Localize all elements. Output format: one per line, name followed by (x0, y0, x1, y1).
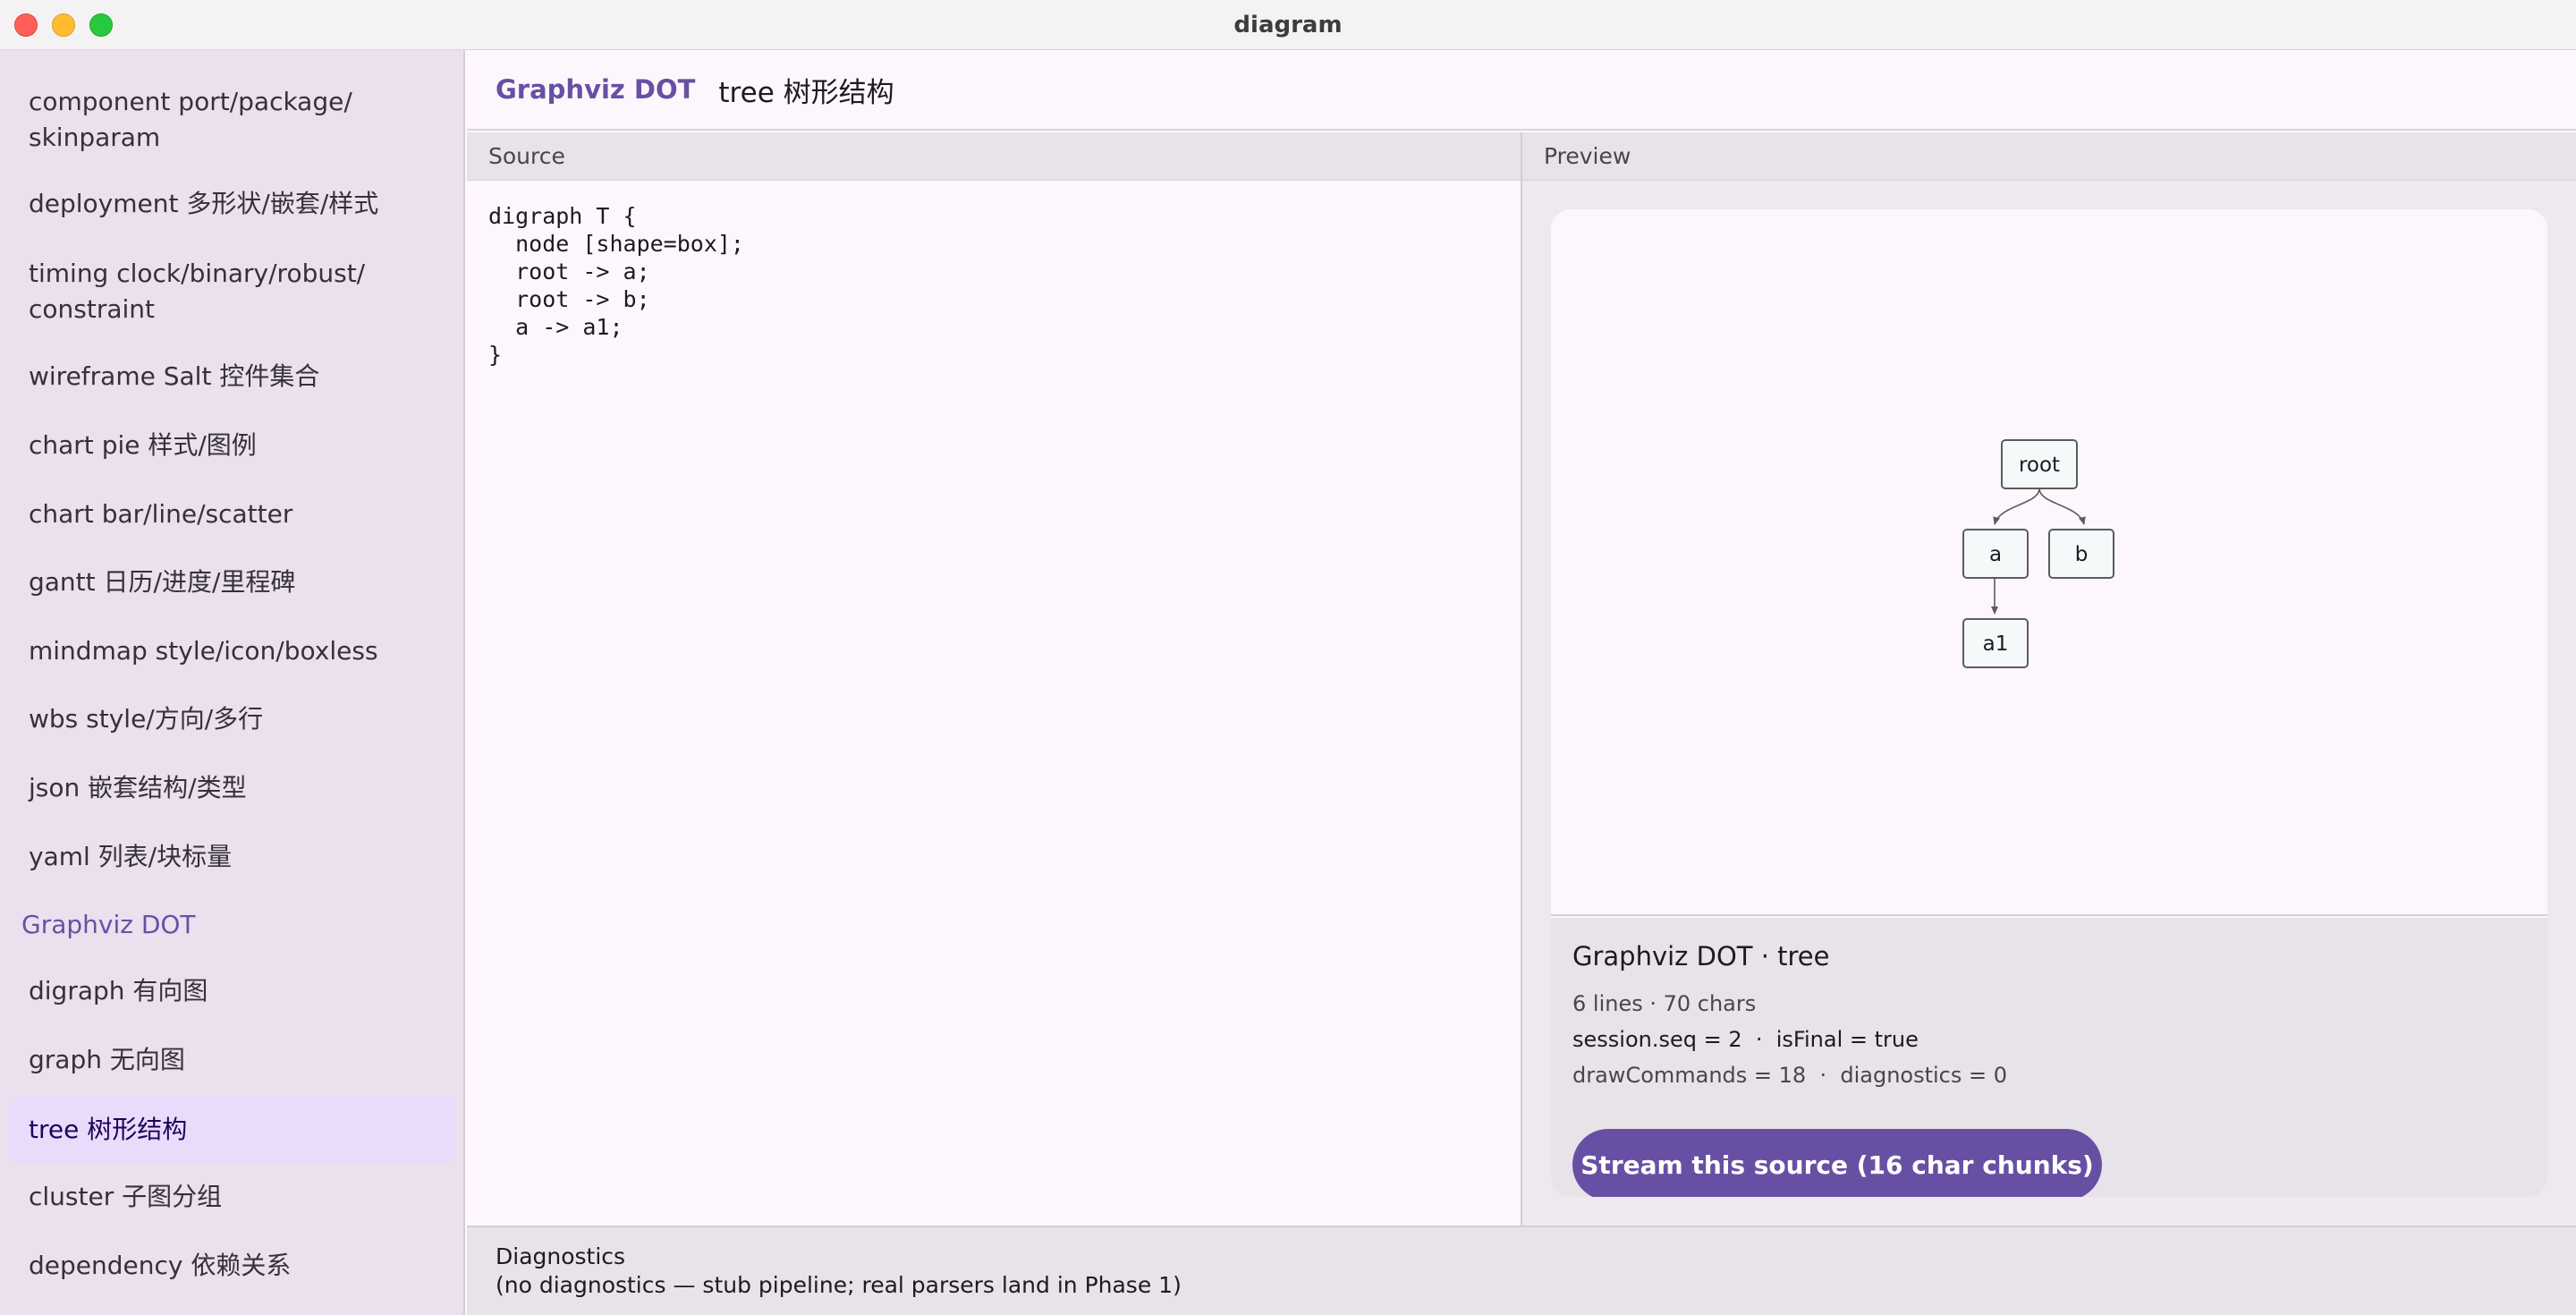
title-bar: diagram (0, 0, 2576, 50)
diagnostics-panel: Diagnostics (no diagnostics — stub pipel… (467, 1226, 2576, 1315)
sidebar-item-yaml[interactable]: yaml 列表/块标量 (9, 839, 456, 875)
node-root-label: root (2019, 454, 2060, 477)
source-editor[interactable]: digraph T { node [shape=box]; root -> a;… (467, 181, 1521, 1226)
sidebar-item-tree[interactable]: tree 树形结构 (9, 1097, 456, 1163)
preview-info-panel: Graphviz DOT · tree 6 lines · 70 chars s… (1551, 918, 2547, 1197)
sidebar-item-digraph[interactable]: digraph 有向图 (9, 973, 456, 1009)
sidebar-item-component[interactable]: component port/package/ skinparam (9, 84, 456, 156)
source-heading: Source (488, 143, 565, 169)
preview-pane: root a b a1 Graphviz DOT · tree 6 lines … (1522, 181, 2576, 1226)
maximize-window-button[interactable] (89, 13, 113, 37)
sidebar-item-timing[interactable]: timing clock/binary/robust/ constraint (9, 256, 456, 327)
preview-heading: Preview (1544, 143, 1631, 169)
node-a1[interactable]: a1 (1962, 618, 2029, 668)
preview-info-title: Graphviz DOT · tree (1572, 941, 1830, 971)
preview-info-stats: 6 lines · 70 chars (1572, 991, 1757, 1016)
sidebar-section-graphviz: Graphviz DOT (21, 910, 196, 939)
preview-card: root a b a1 Graphviz DOT · tree 6 lines … (1551, 209, 2547, 1197)
window-title: diagram (1233, 11, 1343, 38)
diagnostics-title: Diagnostics (496, 1243, 626, 1269)
edge-root-b (2038, 488, 2086, 525)
diagram-canvas[interactable]: root a b a1 (1551, 209, 2547, 916)
sidebar-item-graph[interactable]: graph 无向图 (9, 1042, 456, 1078)
stream-source-button[interactable]: Stream this source (16 char chunks) (1572, 1129, 2102, 1197)
sidebar-item-wireframe[interactable]: wireframe Salt 控件集合 (9, 359, 456, 394)
sidebar-item-chart-bar[interactable]: chart bar/line/scatter (9, 496, 456, 532)
window-controls (14, 13, 113, 37)
page-title: tree 树形结构 (718, 76, 894, 109)
header-group-label: Graphviz DOT (496, 74, 696, 105)
sidebar-item-deployment[interactable]: deployment 多形状/嵌套/样式 (9, 186, 456, 222)
preview-pane-header: Preview (1522, 132, 2576, 181)
preview-info-draw: drawCommands = 18 · diagnostics = 0 (1572, 1063, 2007, 1088)
diagnostics-message: (no diagnostics — stub pipeline; real pa… (496, 1272, 1182, 1298)
minimize-window-button[interactable] (52, 13, 75, 37)
sidebar-item-chart-pie[interactable]: chart pie 样式/图例 (9, 428, 456, 463)
node-a[interactable]: a (1962, 529, 2029, 579)
sidebar-item-json[interactable]: json 嵌套结构/类型 (9, 770, 456, 806)
node-root[interactable]: root (2001, 439, 2078, 489)
source-pane-header: Source (467, 132, 1521, 181)
sidebar: component port/package/ skinparam deploy… (0, 50, 465, 1315)
page-header: Graphviz DOT tree 树形结构 (467, 50, 2576, 131)
diagram-svg: root a b a1 (1962, 439, 2114, 668)
sidebar-item-mindmap[interactable]: mindmap style/icon/boxless (9, 633, 456, 669)
node-b-label: b (2075, 543, 2089, 566)
sidebar-item-dependency[interactable]: dependency 依赖关系 (9, 1248, 456, 1284)
sidebar-item-gantt[interactable]: gantt 日历/进度/里程碑 (9, 564, 456, 600)
sidebar-item-wbs[interactable]: wbs style/方向/多行 (9, 701, 456, 737)
node-b[interactable]: b (2048, 529, 2114, 579)
edge-root-a (1993, 488, 2040, 525)
close-window-button[interactable] (14, 13, 38, 37)
node-a-label: a (1989, 543, 2002, 566)
preview-info-session: session.seq = 2 · isFinal = true (1572, 1027, 1919, 1052)
node-a1-label: a1 (1983, 632, 2009, 656)
sidebar-item-cluster[interactable]: cluster 子图分组 (9, 1179, 456, 1215)
source-code[interactable]: digraph T { node [shape=box]; root -> a;… (488, 202, 744, 369)
